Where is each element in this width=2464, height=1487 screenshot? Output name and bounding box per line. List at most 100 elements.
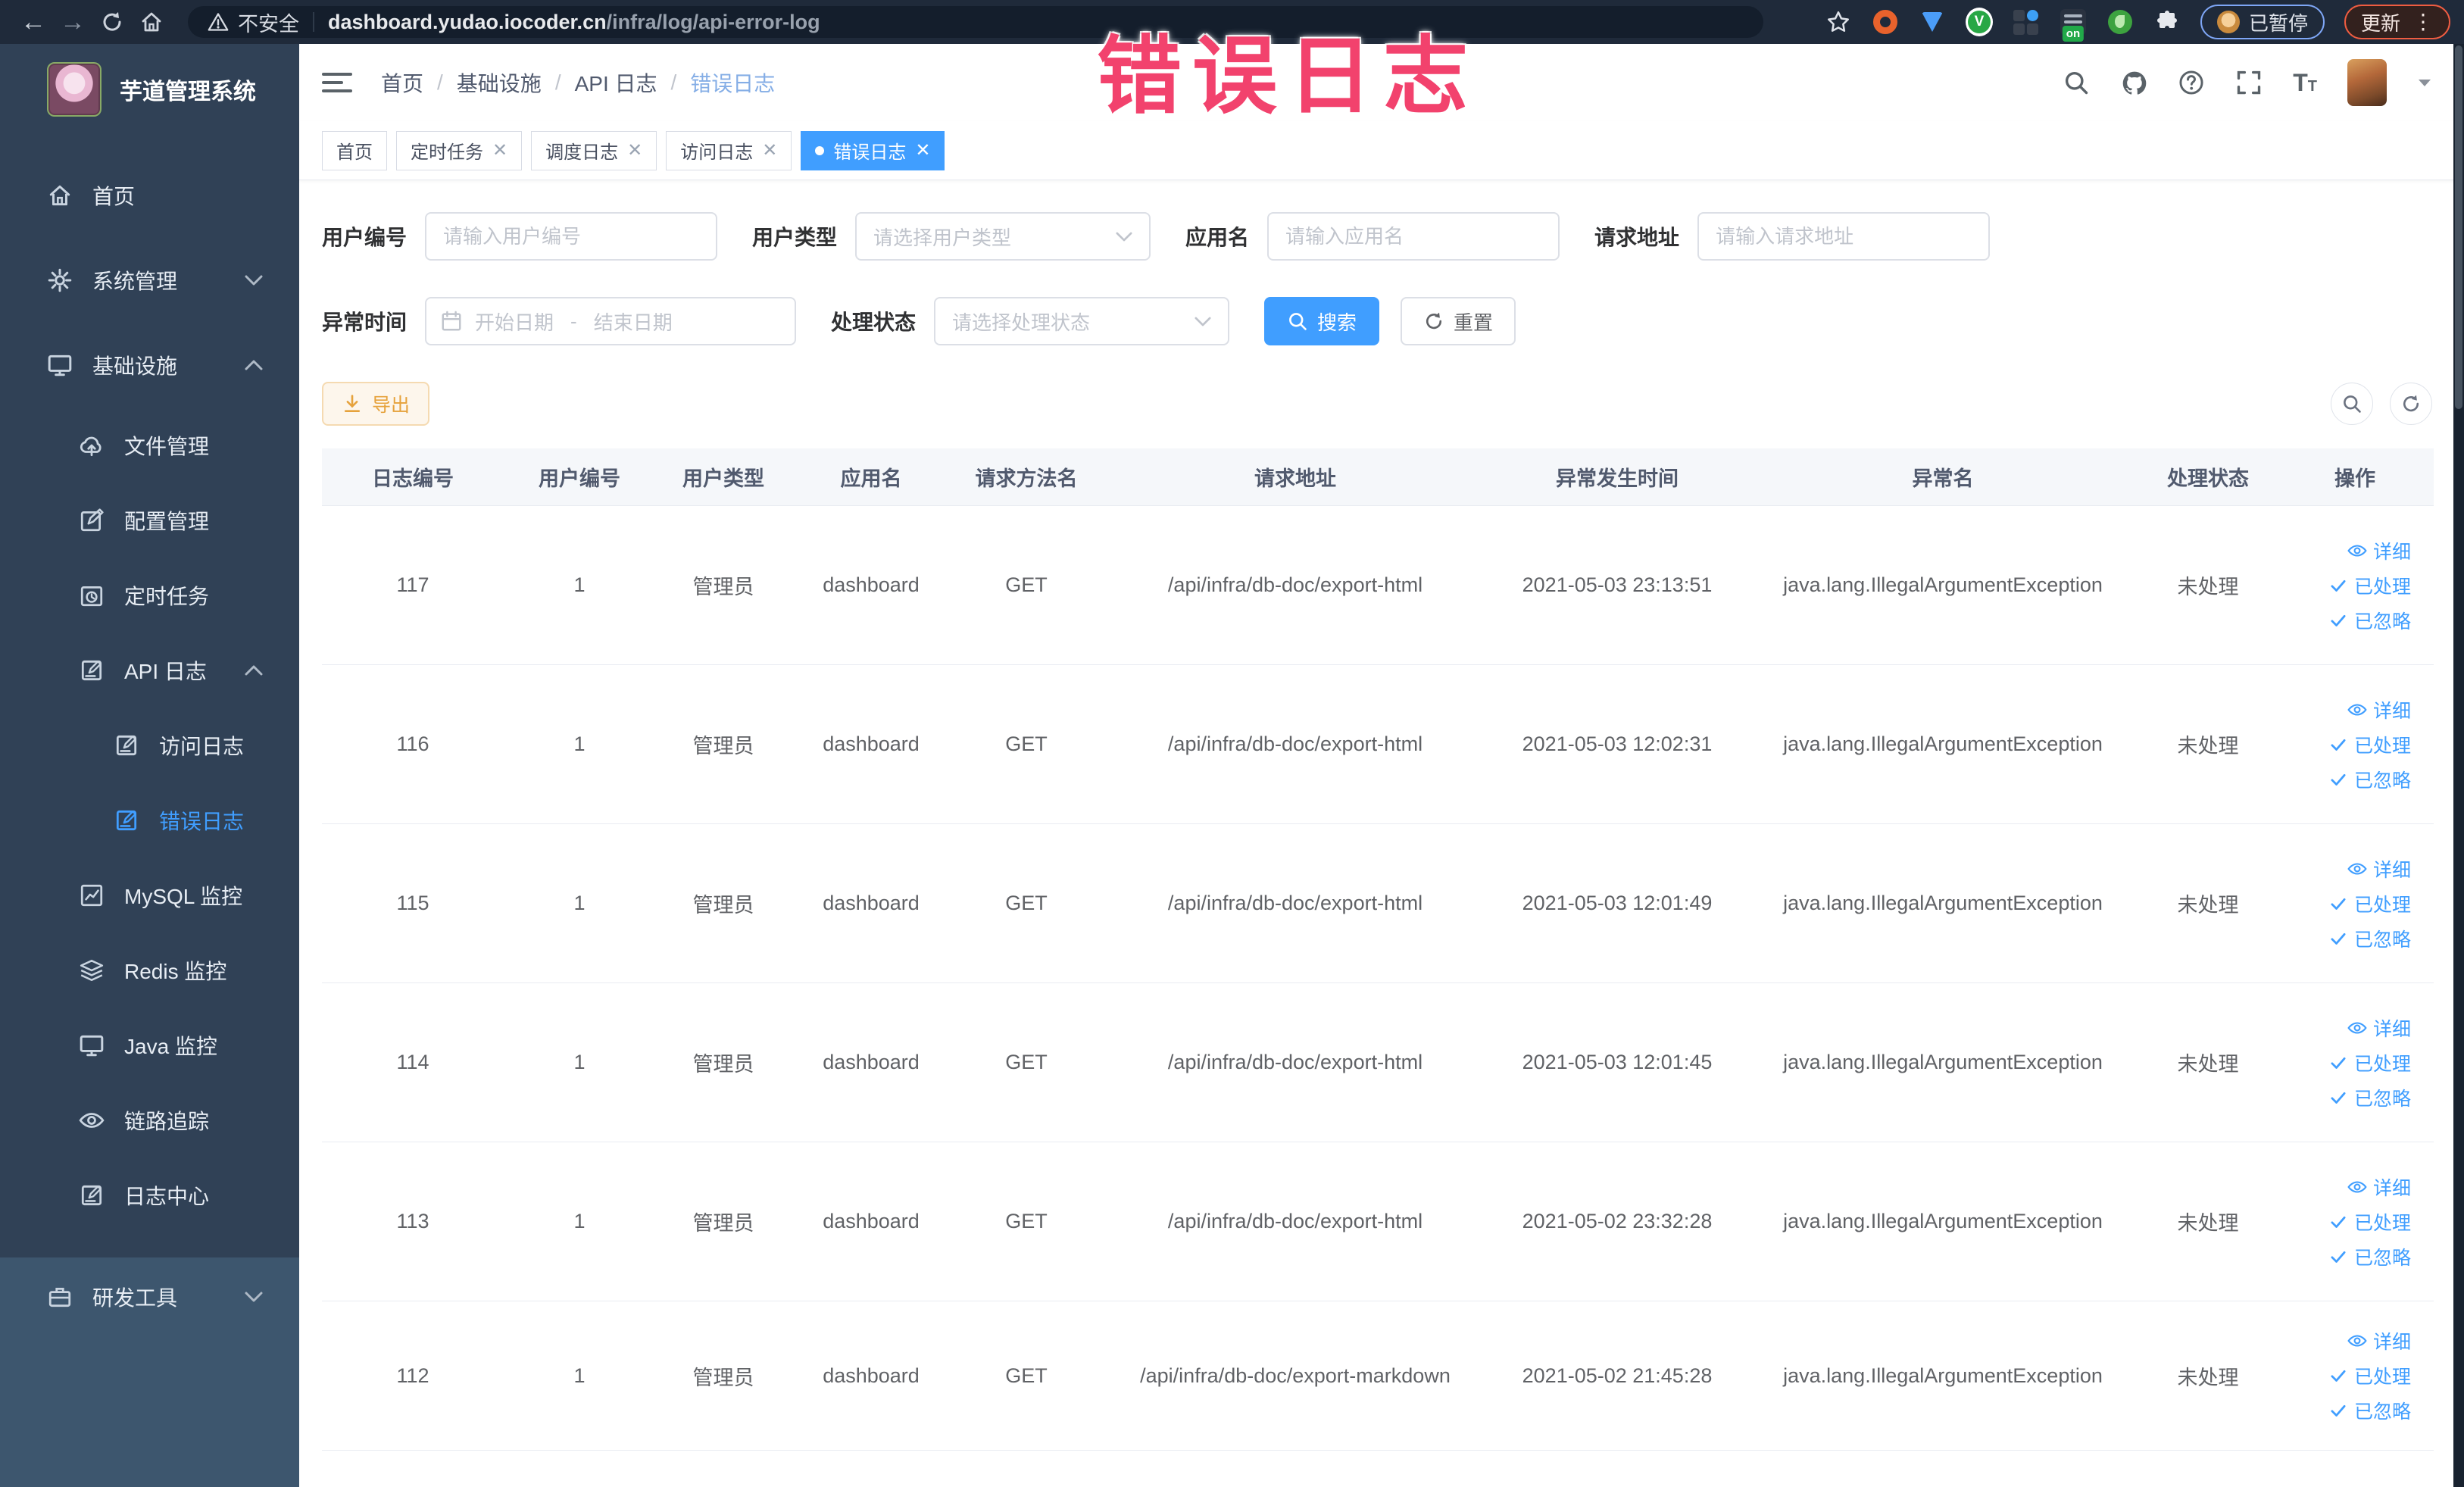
search-icon [2341, 393, 2363, 414]
user-id-input[interactable] [425, 212, 718, 261]
mark-ignored-link[interactable]: 已忽略 [2328, 925, 2411, 952]
status-badge: 未处理 [2177, 1212, 2239, 1235]
mark-ignored-link[interactable]: 已忽略 [2328, 1397, 2411, 1424]
address-bar[interactable]: 不安全 dashboard.yudao.iocoder.cn/infra/log… [188, 6, 1763, 38]
check-icon [2328, 735, 2348, 754]
not-secure-label[interactable]: 不安全 [238, 8, 299, 37]
browser-update-button[interactable]: 更新 ⋮ [2344, 5, 2450, 39]
mark-processed-link[interactable]: 已处理 [2328, 1049, 2411, 1076]
sidebar-collapse-icon[interactable] [322, 73, 352, 92]
browser-reload-icon[interactable] [92, 5, 132, 39]
url-domain[interactable]: dashboard.yudao.iocoder.cn [328, 11, 607, 34]
detail-link[interactable]: 详细 [2347, 855, 2411, 883]
sidebar-item-dev-tools[interactable]: 研发工具 [0, 1257, 299, 1336]
export-button[interactable]: 导出 [322, 382, 430, 426]
mark-processed-link[interactable]: 已处理 [2328, 731, 2411, 758]
extension-icon-leaf[interactable] [2106, 8, 2134, 36]
refresh-table-button[interactable] [2390, 383, 2432, 425]
sidebar-item-home[interactable]: 首页 [0, 153, 299, 238]
sidebar-item-system-management[interactable]: 系统管理 [0, 238, 299, 323]
detail-link[interactable]: 详细 [2347, 537, 2411, 564]
mark-processed-link[interactable]: 已处理 [2328, 572, 2411, 599]
bookmark-star-icon[interactable] [1825, 8, 1852, 36]
detail-link[interactable]: 详细 [2347, 1327, 2411, 1354]
reset-button[interactable]: 重置 [1401, 297, 1516, 345]
check-icon [2328, 1366, 2348, 1385]
table-row: 114 1 管理员 dashboard GET /api/infra/db-do… [322, 983, 2434, 1142]
sidebar-item-access-log[interactable]: 访问日志 [0, 708, 299, 783]
app-name-input[interactable] [1267, 212, 1560, 261]
process-status-select[interactable]: 请选择处理状态 [934, 297, 1230, 345]
browser-forward-icon[interactable]: → [53, 5, 92, 39]
mark-ignored-link[interactable]: 已忽略 [2328, 1243, 2411, 1270]
close-icon[interactable]: ✕ [627, 139, 642, 161]
mark-ignored-link[interactable]: 已忽略 [2328, 766, 2411, 793]
scrollbar-thumb[interactable] [2455, 45, 2462, 409]
sidebar-item-error-log[interactable]: 错误日志 [0, 783, 299, 858]
browser-home-icon[interactable] [132, 5, 171, 39]
fullscreen-icon[interactable] [2235, 69, 2263, 96]
table-row: 115 1 管理员 dashboard GET /api/infra/db-do… [322, 824, 2434, 983]
toggle-search-button[interactable] [2331, 383, 2373, 425]
search-icon[interactable] [2063, 69, 2090, 96]
sidebar-item-mysql-monitor[interactable]: MySQL 监控 [0, 858, 299, 932]
user-avatar[interactable] [2347, 59, 2387, 106]
browser-back-icon[interactable]: ← [14, 5, 53, 39]
tag-error-log[interactable]: 错误日志 ✕ [801, 130, 945, 170]
user-type-select[interactable]: 请选择用户类型 [855, 212, 1151, 261]
check-icon [2328, 576, 2348, 595]
mark-processed-link[interactable]: 已处理 [2328, 890, 2411, 917]
tag-access-log[interactable]: 访问日志 ✕ [666, 130, 792, 170]
sidebar-item-scheduled-tasks[interactable]: 定时任务 [0, 558, 299, 633]
github-icon[interactable] [2120, 69, 2147, 96]
detail-link[interactable]: 详细 [2347, 1014, 2411, 1042]
breadcrumb-home[interactable]: 首页 [381, 67, 423, 98]
sidebar-item-file-management[interactable]: 文件管理 [0, 408, 299, 483]
sidebar-item-api-logs[interactable]: API 日志 [0, 633, 299, 708]
extension-icon-vue-devtools[interactable]: V [1965, 8, 1993, 36]
detail-link[interactable]: 详细 [2347, 1173, 2411, 1201]
eye-icon [79, 1107, 105, 1133]
help-icon[interactable] [2178, 69, 2205, 96]
mark-ignored-link[interactable]: 已忽略 [2328, 1084, 2411, 1111]
close-icon[interactable]: ✕ [915, 139, 930, 161]
extension-icon-pin[interactable] [1919, 8, 1946, 36]
request-url-input[interactable] [1697, 212, 1991, 261]
sidebar-item-infrastructure[interactable]: 基础设施 [0, 323, 299, 408]
close-icon[interactable]: ✕ [762, 139, 777, 161]
extensions-puzzle-icon[interactable] [2153, 8, 2181, 36]
extension-icon-orange[interactable] [1872, 8, 1899, 36]
font-size-icon[interactable]: TT [2293, 69, 2317, 97]
tags-view-bar: 首页 定时任务 ✕ 调度日志 ✕ 访问日志 ✕ 错误日志 ✕ [299, 121, 2464, 180]
table-row: 113 1 管理员 dashboard GET /api/infra/db-do… [322, 1142, 2434, 1301]
breadcrumb-infrastructure[interactable]: 基础设施 [457, 67, 542, 98]
extension-icon-blocker[interactable]: on [2060, 8, 2087, 42]
search-button[interactable]: 搜索 [1264, 297, 1380, 345]
page-scrollbar[interactable] [2453, 44, 2464, 1487]
sidebar-item-trace[interactable]: 链路追踪 [0, 1082, 299, 1157]
check-icon [2328, 1053, 2348, 1073]
detail-link[interactable]: 详细 [2347, 696, 2411, 723]
sidebar-item-java-monitor[interactable]: Java 监控 [0, 1007, 299, 1082]
exception-time-label: 异常时间 [322, 311, 408, 334]
url-path[interactable]: /infra/log/api-error-log [607, 11, 820, 34]
breadcrumb-api-logs[interactable]: API 日志 [575, 67, 657, 98]
sidebar-item-log-center[interactable]: 日志中心 [0, 1157, 299, 1232]
mark-processed-link[interactable]: 已处理 [2328, 1362, 2411, 1389]
mark-processed-link[interactable]: 已处理 [2328, 1208, 2411, 1236]
avatar-caret-down-icon[interactable] [2417, 78, 2432, 87]
tag-scheduled-tasks[interactable]: 定时任务 ✕ [396, 130, 523, 170]
home-icon [47, 183, 73, 208]
search-icon [1287, 311, 1308, 332]
paused-profile-chip[interactable]: 已暂停 [2200, 5, 2325, 39]
exception-time-range-picker[interactable]: 开始日期 - 结束日期 [425, 297, 797, 345]
sidebar-item-config-management[interactable]: 配置管理 [0, 483, 299, 558]
mark-ignored-link[interactable]: 已忽略 [2328, 607, 2411, 634]
check-icon [2328, 1401, 2348, 1420]
sidebar-item-redis-monitor[interactable]: Redis 监控 [0, 932, 299, 1007]
browser-menu-kebab-icon[interactable]: ⋮ [2412, 11, 2434, 33]
tag-home[interactable]: 首页 [322, 130, 387, 170]
tag-schedule-log[interactable]: 调度日志 ✕ [531, 130, 657, 170]
extension-icon-grid[interactable] [2013, 8, 2040, 36]
close-icon[interactable]: ✕ [492, 139, 507, 161]
